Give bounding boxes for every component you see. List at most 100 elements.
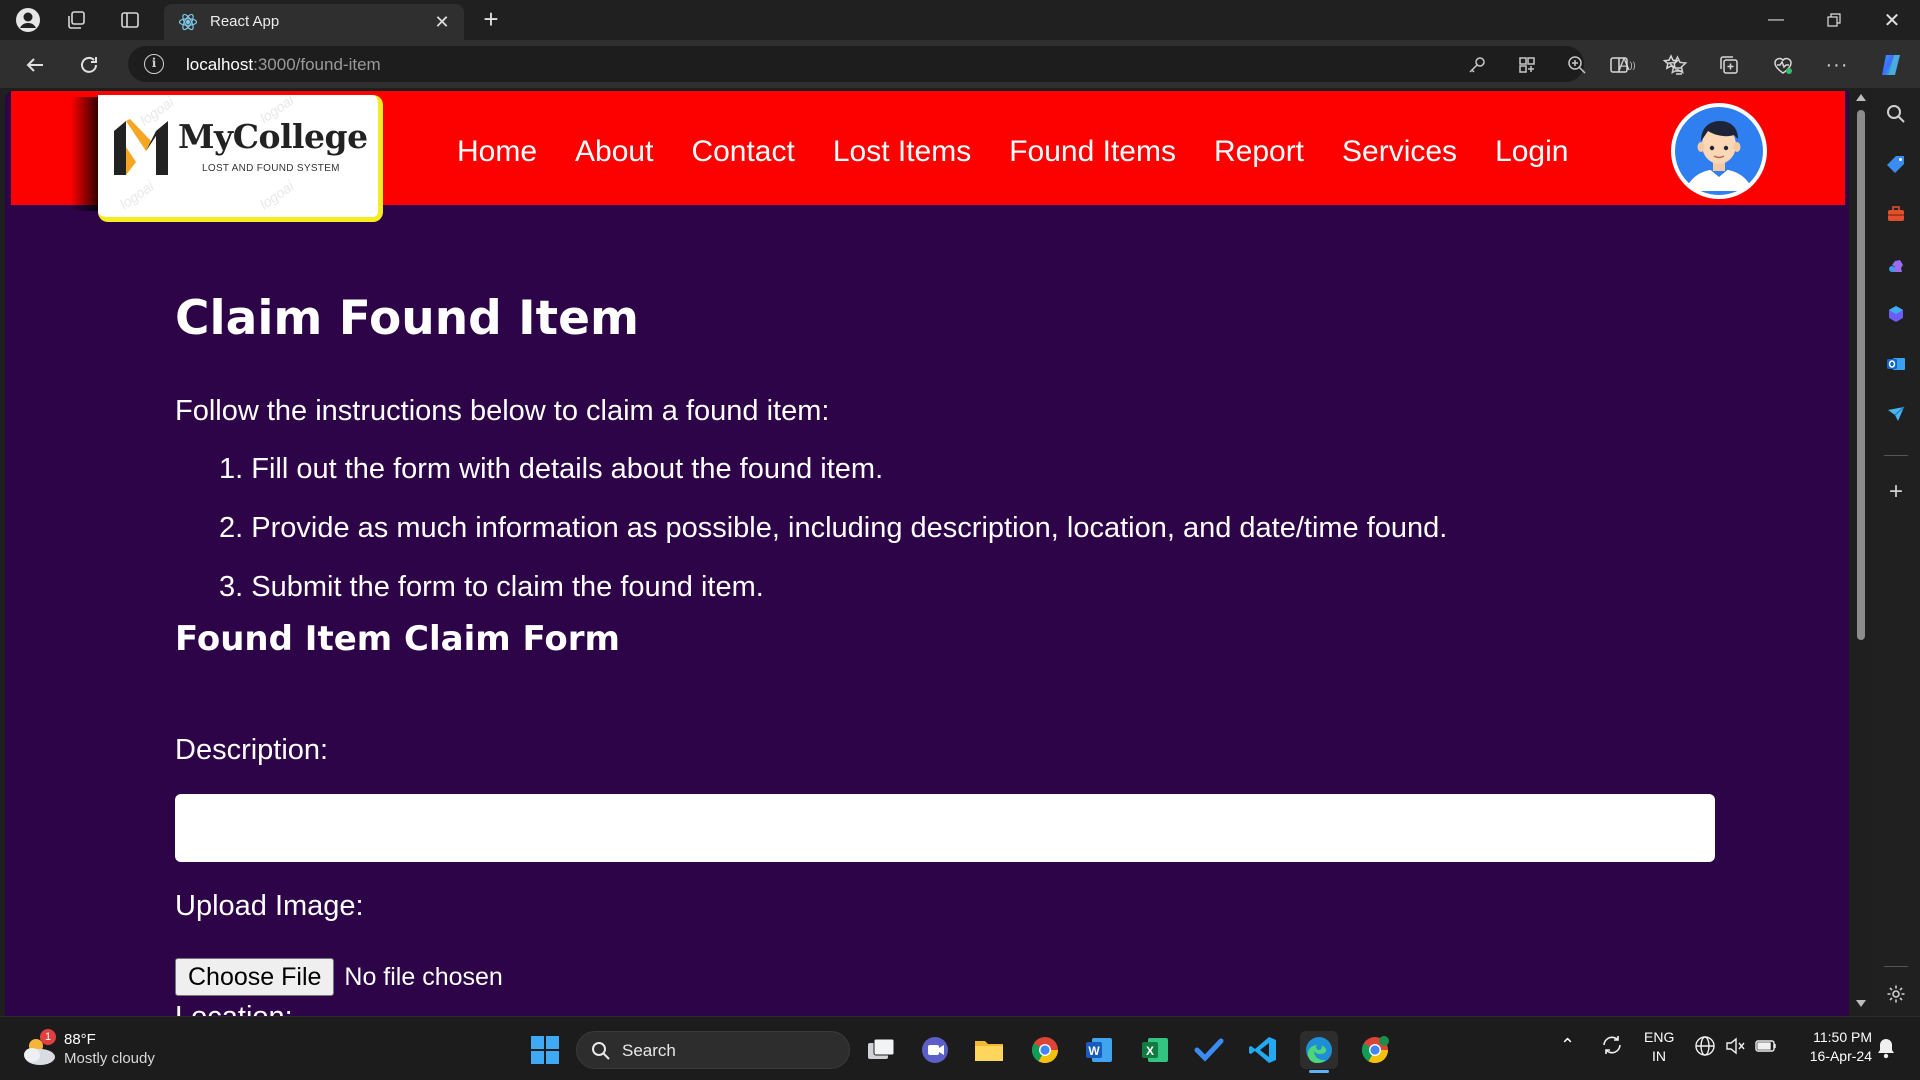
- battery-icon[interactable]: [1754, 1035, 1778, 1060]
- workspaces-icon[interactable]: [62, 6, 90, 34]
- show-hidden-icons[interactable]: ⌃: [1560, 1035, 1575, 1056]
- games-chess-icon[interactable]: [1884, 252, 1908, 276]
- teams-chat-icon[interactable]: [916, 1031, 954, 1069]
- app-available-icon[interactable]: [1514, 52, 1540, 78]
- file-status-text: No file chosen: [344, 962, 503, 991]
- restore-button[interactable]: [1806, 0, 1862, 40]
- url-text[interactable]: localhost:3000/found-item: [186, 55, 381, 75]
- shopping-tag-icon[interactable]: [1884, 152, 1908, 176]
- favorites-icon[interactable]: [1658, 50, 1688, 80]
- copilot-icon[interactable]: [1876, 50, 1906, 80]
- logo-m-icon: [112, 117, 176, 182]
- vscode-icon[interactable]: [1244, 1031, 1282, 1069]
- search-placeholder: Search: [622, 1041, 676, 1060]
- scroll-down-icon[interactable]: [1856, 1000, 1866, 1007]
- close-tab-icon[interactable]: ✕: [430, 10, 454, 34]
- tab-actions-icon[interactable]: [116, 6, 144, 34]
- nav-about-link[interactable]: About: [575, 135, 653, 169]
- nav-contact-link[interactable]: Contact: [691, 135, 794, 169]
- edge-browser-icon[interactable]: [1300, 1031, 1338, 1073]
- add-sidebar-app-icon[interactable]: +: [1884, 478, 1908, 505]
- clock[interactable]: 11:50 PM 16-Apr-24: [1794, 1029, 1872, 1064]
- more-menu-icon[interactable]: ···: [1822, 50, 1852, 80]
- send-drop-icon[interactable]: [1884, 402, 1908, 426]
- volume-muted-icon[interactable]: [1724, 1035, 1746, 1060]
- language-indicator[interactable]: ENG IN: [1644, 1029, 1674, 1064]
- site-logo[interactable]: logoai logoai logoai logoai MyCollege LO…: [98, 95, 383, 222]
- excel-icon[interactable]: X: [1136, 1031, 1174, 1069]
- windows-taskbar: 1 88°F Mostly cloudy Search W X ⌃ ENG IN…: [0, 1016, 1920, 1080]
- logo-subtitle: LOST AND FOUND SYSTEM: [202, 163, 340, 174]
- nav-login-link[interactable]: Login: [1495, 135, 1568, 169]
- profile-icon[interactable]: [14, 6, 42, 34]
- nav-report-link[interactable]: Report: [1214, 135, 1304, 169]
- zoom-icon[interactable]: [1564, 52, 1590, 78]
- nav-home-link[interactable]: Home: [457, 135, 537, 169]
- edge-sidebar: +: [1872, 88, 1920, 1016]
- choose-file-button[interactable]: Choose File: [175, 958, 335, 996]
- todo-icon[interactable]: [1190, 1031, 1228, 1069]
- svg-text:W: W: [1088, 1044, 1100, 1058]
- weather-widget[interactable]: 1 88°F Mostly cloudy: [20, 1029, 220, 1073]
- refresh-button[interactable]: [72, 48, 106, 82]
- location-label: Location:: [175, 1001, 293, 1016]
- browser-titlebar: React App ✕ + — ✕: [0, 0, 1920, 40]
- form-title: Found Item Claim Form: [175, 619, 620, 659]
- sidebar-settings-icon[interactable]: [1884, 982, 1908, 1006]
- new-tab-button[interactable]: +: [476, 6, 506, 34]
- microsoft-365-icon[interactable]: [1884, 302, 1908, 326]
- task-view-icon[interactable]: [862, 1031, 900, 1069]
- description-label: Description:: [175, 734, 329, 766]
- browser-viewport: Home About Contact Lost Items Found Item…: [0, 88, 1872, 1016]
- nav-lost-items-link[interactable]: Lost Items: [833, 135, 971, 169]
- file-explorer-icon[interactable]: [970, 1031, 1008, 1069]
- svg-text:X: X: [1146, 1044, 1154, 1058]
- user-avatar[interactable]: [1671, 103, 1767, 199]
- react-icon: [178, 12, 198, 32]
- minimize-button[interactable]: —: [1748, 0, 1804, 40]
- page-scrollbar[interactable]: [1850, 88, 1872, 1016]
- sync-icon[interactable]: [1600, 1033, 1624, 1060]
- word-icon[interactable]: W: [1080, 1031, 1118, 1069]
- search-icon[interactable]: [1884, 102, 1908, 126]
- notifications-bell-icon[interactable]: [1876, 1037, 1896, 1062]
- address-bar[interactable]: i localhost:3000/found-item A)): [128, 46, 1687, 82]
- browser-essentials-icon[interactable]: [1768, 50, 1798, 80]
- scroll-up-icon[interactable]: [1856, 94, 1866, 101]
- logo-watermark: logoai: [116, 177, 157, 213]
- outlook-icon[interactable]: [1884, 352, 1908, 376]
- nav-services-link[interactable]: Services: [1342, 135, 1457, 169]
- weather-temperature: 88°F: [64, 1031, 96, 1048]
- windows-start-icon[interactable]: [526, 1031, 564, 1069]
- sidebar-divider: [1884, 455, 1908, 456]
- tab-title: React App: [210, 13, 280, 30]
- scroll-thumb[interactable]: [1857, 110, 1865, 640]
- instruction-item: 2. Provide as much information as possib…: [219, 512, 1448, 544]
- file-upload: Choose File No file chosen: [175, 957, 503, 997]
- search-icon: [591, 1041, 611, 1066]
- split-screen-icon[interactable]: [1604, 50, 1634, 80]
- browser-toolbar: i localhost:3000/found-item A)) ···: [0, 40, 1920, 88]
- back-button[interactable]: [18, 48, 52, 82]
- site-info-icon[interactable]: i: [144, 54, 164, 74]
- weather-alert-badge: 1: [40, 1029, 56, 1045]
- tab-react-app[interactable]: React App ✕: [164, 4, 464, 40]
- collections-icon[interactable]: [1714, 50, 1744, 80]
- chrome-icon[interactable]: [1026, 1031, 1064, 1069]
- weather-description: Mostly cloudy: [64, 1050, 155, 1067]
- description-input[interactable]: [175, 794, 1715, 862]
- instructions-list: 1. Fill out the form with details about …: [219, 453, 1447, 630]
- taskbar-search[interactable]: Search: [576, 1031, 850, 1069]
- instruction-item: 1. Fill out the form with details about …: [219, 453, 884, 485]
- nav-found-items-link[interactable]: Found Items: [1009, 135, 1176, 169]
- clock-date: 16-Apr-24: [1809, 1048, 1872, 1064]
- close-window-button[interactable]: ✕: [1864, 0, 1920, 40]
- upload-image-label: Upload Image:: [175, 890, 364, 922]
- clock-time: 11:50 PM: [1813, 1029, 1872, 1045]
- web-page: Home About Contact Lost Items Found Item…: [5, 91, 1849, 1016]
- chrome-profile-icon[interactable]: [1356, 1031, 1394, 1069]
- tools-briefcase-icon[interactable]: [1884, 202, 1908, 226]
- network-icon[interactable]: [1694, 1035, 1716, 1060]
- password-key-icon[interactable]: [1464, 52, 1490, 78]
- page-title: Claim Found Item: [175, 291, 639, 346]
